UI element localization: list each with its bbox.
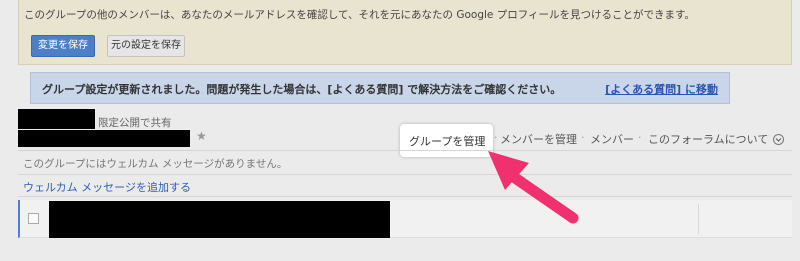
save-changes-button[interactable]: 変更を保存	[31, 35, 95, 57]
sharing-status: 限定公開で共有	[98, 117, 172, 129]
update-banner: グループ設定が更新されました。問題が発生した場合は、[よくある質問] で解決方法…	[30, 72, 730, 104]
nav-manage-members[interactable]: メンバーを管理	[500, 131, 577, 147]
notice-text: このグループの他のメンバーは、あなたのメールアドレスを確認して、それを元にあなた…	[24, 9, 695, 21]
arrow-head	[488, 151, 529, 190]
nav-about-forum[interactable]: このフォーラムについて	[648, 131, 768, 147]
nav-members[interactable]: メンバー	[590, 131, 634, 147]
redacted-topic-title	[49, 201, 390, 238]
restore-settings-button[interactable]: 元の設定を保存	[107, 35, 185, 57]
divider	[18, 150, 792, 151]
row-divider	[698, 204, 699, 234]
chevron-down-circle-icon[interactable]	[773, 134, 784, 145]
divider	[18, 196, 792, 197]
nav-separator: ·	[638, 131, 642, 144]
star-icon[interactable]: ★	[196, 129, 207, 143]
faq-link[interactable]: [よくある質問] に移動	[605, 81, 718, 97]
divider	[18, 174, 792, 175]
banner-message: グループ設定が更新されました。問題が発生した場合は、[よくある質問] で解決方法…	[42, 83, 562, 96]
welcome-empty-message: このグループにはウェルカム メッセージがありません。	[23, 158, 288, 170]
redacted-group-name	[18, 109, 95, 129]
nav-manage-group[interactable]: グループを管理	[409, 133, 485, 149]
nav-separator: ·	[581, 131, 585, 144]
row-checkbox[interactable]	[28, 213, 39, 224]
nav-separator: ·	[494, 131, 498, 144]
add-welcome-message-link[interactable]: ウェルカム メッセージを追加する	[23, 179, 191, 195]
redacted-group-email	[18, 130, 190, 147]
